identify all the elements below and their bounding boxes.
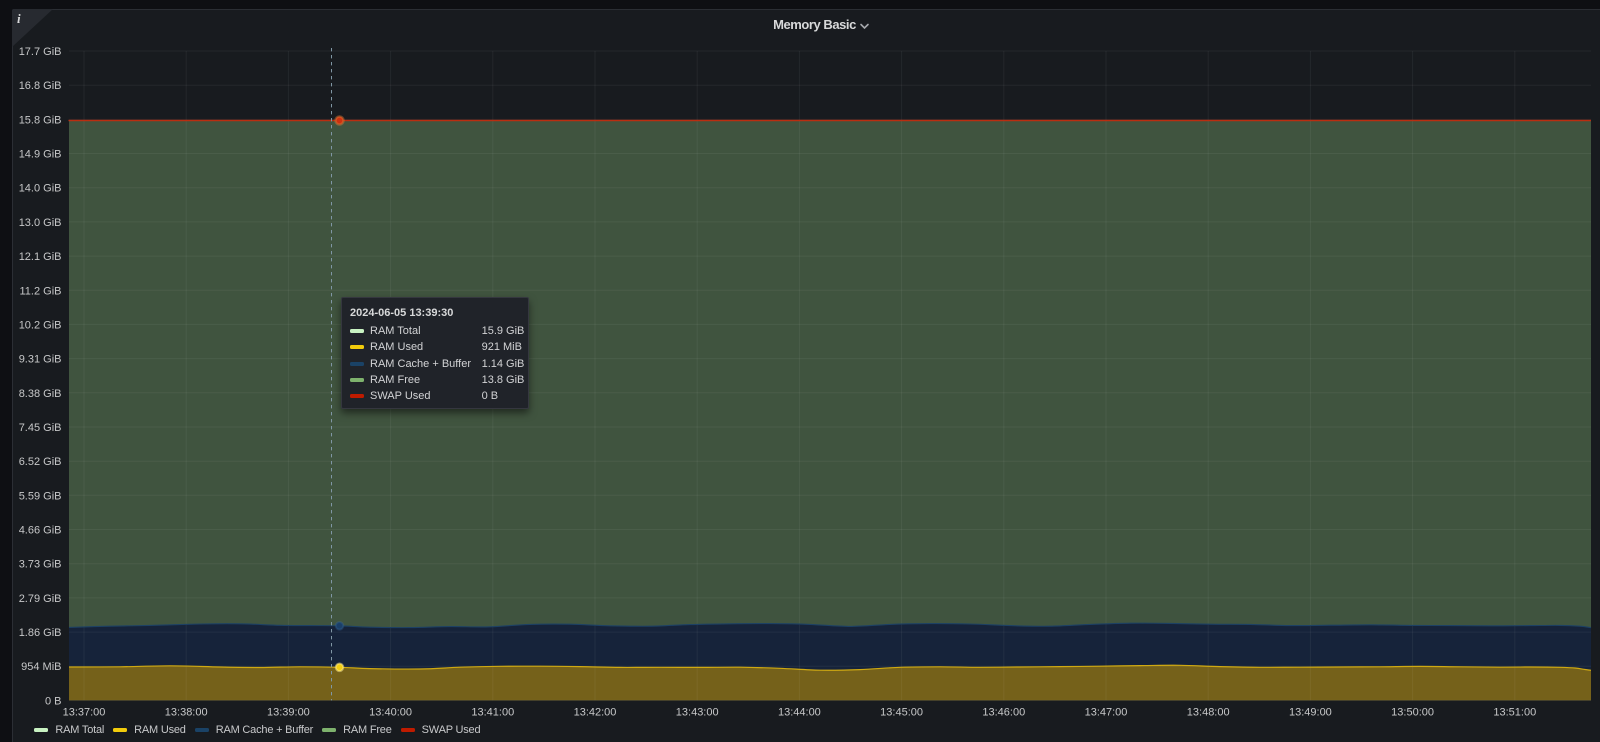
svg-text:8.38 GiB: 8.38 GiB (19, 388, 62, 400)
svg-text:17.7 GiB: 17.7 GiB (19, 46, 62, 58)
svg-text:5.59 GiB: 5.59 GiB (19, 490, 62, 502)
svg-text:13:47:00: 13:47:00 (1085, 707, 1128, 719)
svg-text:13:42:00: 13:42:00 (574, 707, 617, 719)
svg-text:13:41:00: 13:41:00 (471, 707, 514, 719)
svg-text:9.31 GiB: 9.31 GiB (19, 354, 62, 366)
svg-text:11.2 GiB: 11.2 GiB (20, 285, 62, 297)
svg-text:954 MiB: 954 MiB (21, 661, 61, 673)
svg-text:15.8 GiB: 15.8 GiB (19, 114, 62, 126)
svg-text:0 B: 0 B (45, 695, 62, 707)
svg-text:1.86 GiB: 1.86 GiB (19, 627, 62, 639)
svg-text:16.8 GiB: 16.8 GiB (19, 80, 62, 92)
svg-text:13.0 GiB: 13.0 GiB (19, 217, 62, 229)
svg-text:13:44:00: 13:44:00 (778, 707, 821, 719)
svg-text:14.0 GiB: 14.0 GiB (19, 183, 62, 195)
svg-text:13:39:00: 13:39:00 (267, 707, 310, 719)
svg-text:13:38:00: 13:38:00 (165, 707, 208, 719)
svg-text:13:40:00: 13:40:00 (369, 707, 412, 719)
svg-text:13:37:00: 13:37:00 (63, 707, 106, 719)
svg-text:7.45 GiB: 7.45 GiB (19, 422, 62, 434)
svg-text:13:43:00: 13:43:00 (676, 707, 719, 719)
svg-text:3.73 GiB: 3.73 GiB (19, 559, 62, 571)
svg-text:10.2 GiB: 10.2 GiB (19, 319, 62, 331)
svg-text:13:49:00: 13:49:00 (1289, 707, 1332, 719)
svg-text:13:48:00: 13:48:00 (1187, 707, 1230, 719)
svg-text:14.9 GiB: 14.9 GiB (19, 149, 62, 161)
svg-text:13:46:00: 13:46:00 (982, 707, 1025, 719)
svg-text:12.1 GiB: 12.1 GiB (19, 251, 62, 263)
svg-text:4.66 GiB: 4.66 GiB (19, 525, 62, 537)
svg-text:13:51:00: 13:51:00 (1493, 707, 1536, 719)
svg-text:13:45:00: 13:45:00 (880, 707, 923, 719)
svg-text:2.79 GiB: 2.79 GiB (19, 593, 62, 605)
svg-text:13:50:00: 13:50:00 (1391, 707, 1434, 719)
svg-text:6.52 GiB: 6.52 GiB (19, 456, 62, 468)
